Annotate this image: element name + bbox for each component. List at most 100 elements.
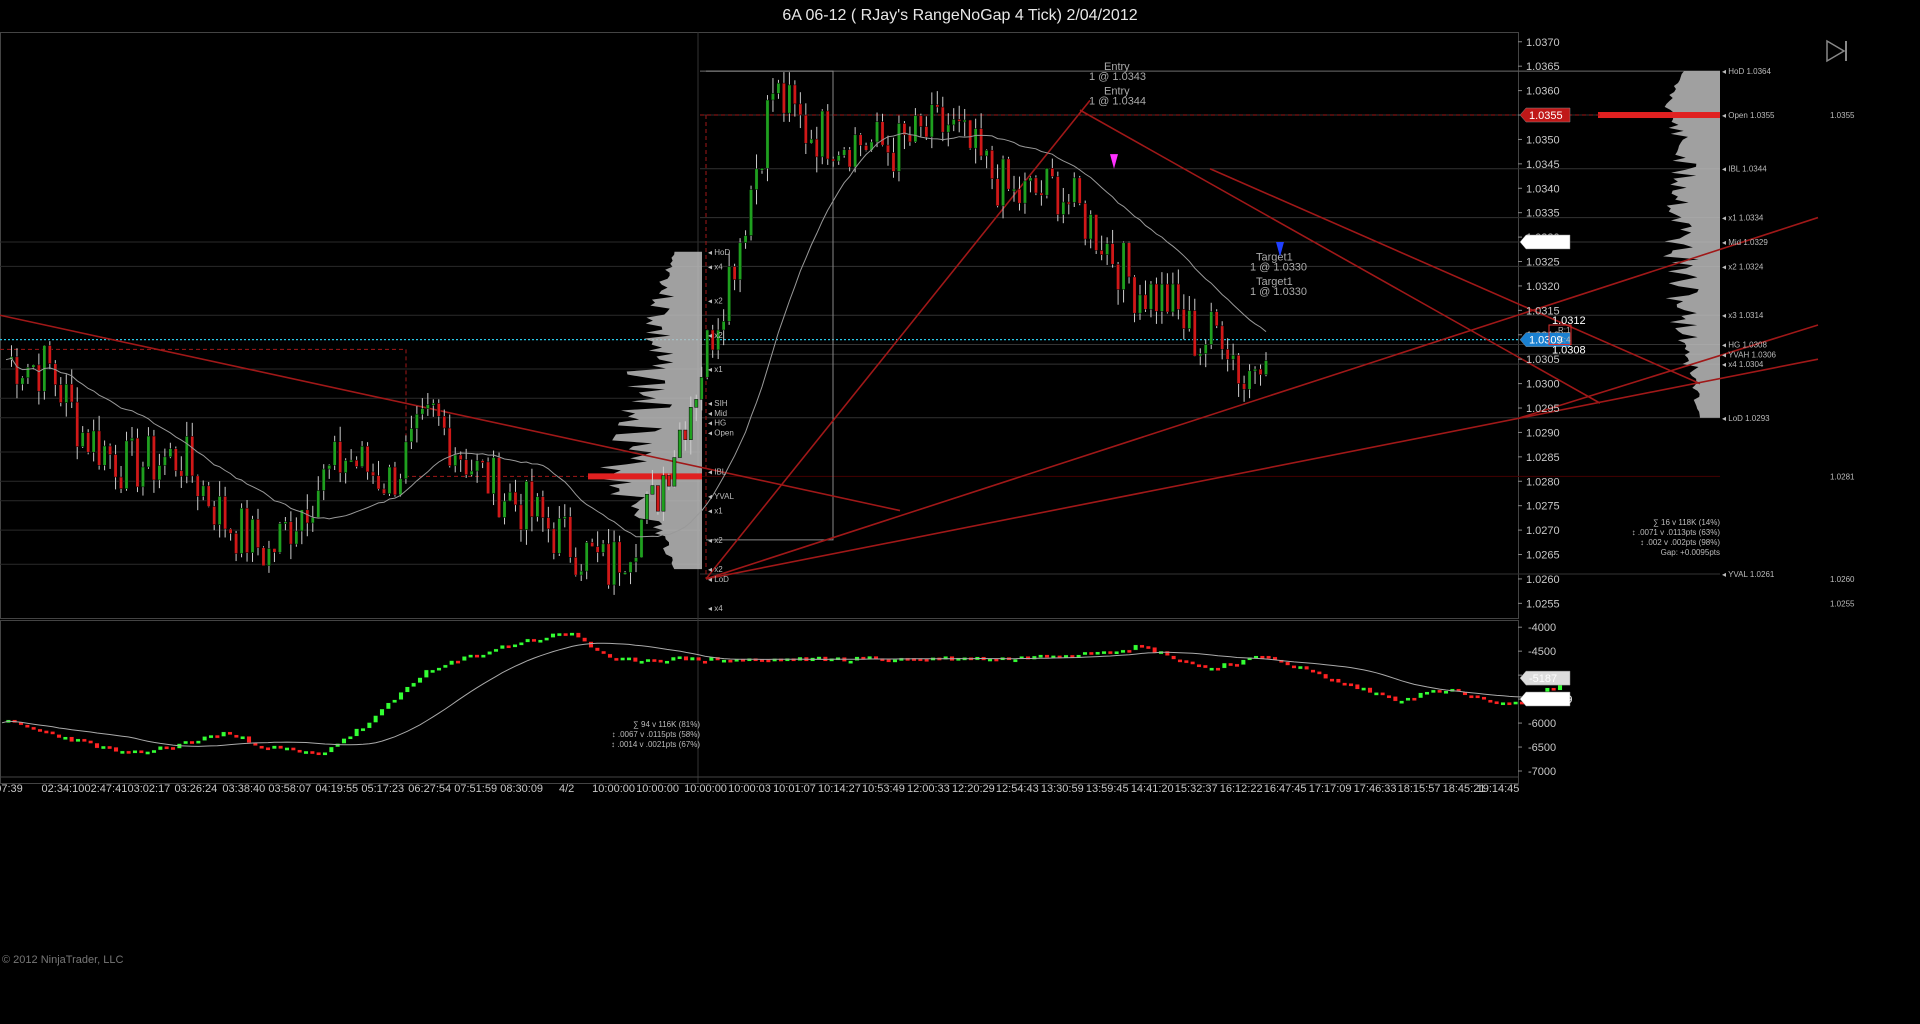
bull-candle bbox=[929, 104, 934, 138]
lower-bear-bar bbox=[138, 750, 144, 754]
bear-candle bbox=[234, 533, 238, 554]
right-small-label: 1.0355 bbox=[1830, 111, 1855, 120]
lower-bull-bar bbox=[1031, 655, 1037, 660]
lower-bull-bar bbox=[468, 654, 474, 658]
lower-bear-bar bbox=[1316, 671, 1322, 675]
lower-bear-bar bbox=[1183, 659, 1189, 664]
bull-candle bbox=[283, 521, 288, 525]
bear-candle bbox=[568, 516, 573, 558]
bull-candle bbox=[31, 364, 36, 368]
bear-candle bbox=[595, 546, 600, 553]
bear-candle bbox=[573, 557, 578, 576]
bear-candle bbox=[1039, 192, 1044, 196]
bull-candle bbox=[1044, 168, 1049, 196]
lower-bull-bar bbox=[1012, 658, 1018, 663]
bull-candle bbox=[1203, 344, 1208, 354]
lower-bear-bar bbox=[531, 638, 537, 643]
bull-candle bbox=[80, 432, 85, 447]
bear-candle bbox=[179, 470, 184, 477]
lower-bull-bar bbox=[854, 656, 860, 661]
x-tick-label: 10:01:07 bbox=[773, 783, 816, 795]
lower-bear-bar bbox=[43, 730, 49, 734]
lower-bull-bar bbox=[1513, 701, 1519, 705]
lower-bear-bar bbox=[1285, 661, 1291, 666]
lower-bull-bar bbox=[404, 686, 410, 693]
bear-candle bbox=[58, 384, 63, 403]
bear-candle bbox=[272, 548, 277, 553]
bull-candle bbox=[1209, 311, 1214, 345]
y-tick-label: 1.0260 bbox=[1526, 574, 1560, 586]
bear-candle bbox=[1099, 250, 1104, 255]
bear-candle bbox=[798, 103, 803, 116]
lower-bear-bar bbox=[613, 657, 619, 662]
skip-forward-icon[interactable] bbox=[1824, 38, 1850, 64]
y-tick-label: -4500 bbox=[1528, 646, 1556, 658]
poc-bar-right bbox=[1598, 112, 1720, 119]
lower-bull-bar bbox=[417, 677, 423, 684]
right-level-label: ◂ x3 1.0314 bbox=[1722, 311, 1764, 320]
lower-bull-bar bbox=[240, 736, 246, 740]
bear-candle bbox=[256, 518, 260, 548]
lower-bull-bar bbox=[1424, 691, 1430, 695]
left-level-label: ◂ x4 bbox=[708, 262, 723, 271]
lower-bear-bar bbox=[1475, 695, 1481, 699]
x-tick-label: 04:19:55 bbox=[315, 783, 358, 795]
bear-candle bbox=[606, 543, 611, 586]
lower-bull-bar bbox=[75, 738, 81, 743]
bull-candle bbox=[694, 399, 699, 408]
bear-candle bbox=[666, 475, 671, 487]
x-tick-label: 12:00:33 bbox=[907, 783, 950, 795]
bull-candle bbox=[562, 516, 567, 519]
bull-candle bbox=[754, 168, 759, 190]
lower-bull-bar bbox=[689, 656, 695, 661]
bear-candle bbox=[53, 363, 58, 386]
bull-candle bbox=[141, 466, 145, 488]
lower-bull-bar bbox=[62, 736, 68, 740]
lower-bull-bar bbox=[626, 657, 632, 661]
lower-bear-bar bbox=[31, 726, 37, 731]
bear-candle bbox=[1110, 243, 1115, 265]
lower-bear-bar bbox=[1177, 659, 1183, 663]
lower-bull-bar bbox=[335, 743, 341, 748]
x-tick-label: 4/2 bbox=[559, 783, 574, 795]
right-level-label: ◂ HoD 1.0364 bbox=[1722, 67, 1771, 76]
bull-candle bbox=[809, 138, 814, 144]
label-layer: ◂ HoD◂ x4◂ x2◂ x2◂ x1◂ SIH◂ Mid◂ HG◂ Ope… bbox=[708, 61, 1855, 707]
lower-bear-bar bbox=[1304, 665, 1310, 670]
bull-candle bbox=[168, 448, 173, 458]
bear-candle bbox=[924, 126, 929, 138]
bear-candle bbox=[223, 496, 228, 530]
bull-candle bbox=[316, 490, 321, 518]
y-tick-label: -4000 bbox=[1528, 622, 1556, 634]
lower-bull-bar bbox=[480, 654, 486, 658]
y-tick-label: 1.0295 bbox=[1526, 403, 1560, 415]
chart-canvas[interactable]: 1.0370 1.0365 1.0360 1.0355 1.0350 1.0345 1.03… bbox=[0, 0, 1920, 1024]
lower-bull-bar bbox=[151, 749, 157, 754]
bear-candle bbox=[152, 435, 156, 481]
lower-bear-bar bbox=[1171, 655, 1177, 660]
bear-candle bbox=[590, 542, 595, 547]
box-label: C:4 bbox=[1558, 336, 1571, 345]
lower-bear-bar bbox=[683, 656, 689, 661]
lower-bear-bar bbox=[1044, 654, 1050, 658]
bull-candle bbox=[239, 507, 244, 554]
bull-candle bbox=[469, 470, 474, 476]
bear-candle bbox=[108, 445, 112, 455]
lower-bull-bar bbox=[848, 660, 854, 664]
bear-candle bbox=[1143, 294, 1148, 310]
bear-candle bbox=[382, 488, 386, 494]
lower-bull-bar bbox=[518, 642, 524, 646]
x-tick-label: 13:59:45 bbox=[1086, 783, 1129, 795]
lower-bull-bar bbox=[379, 708, 385, 716]
bull-candle bbox=[984, 149, 989, 157]
lower-bull-bar bbox=[385, 702, 391, 710]
lower-bear-bar bbox=[246, 736, 252, 743]
x-tick-label: 14:41:20 bbox=[1131, 783, 1174, 795]
lower-value-flag: -5187 bbox=[1519, 670, 1571, 686]
bear-candle bbox=[1066, 201, 1071, 205]
bull-candle bbox=[765, 99, 770, 169]
lower-bull-bar bbox=[100, 745, 106, 750]
right-level-label: ◂ x1 1.0334 bbox=[1722, 214, 1764, 223]
bull-candle bbox=[1138, 294, 1142, 314]
lower-bull-bar bbox=[449, 660, 455, 666]
